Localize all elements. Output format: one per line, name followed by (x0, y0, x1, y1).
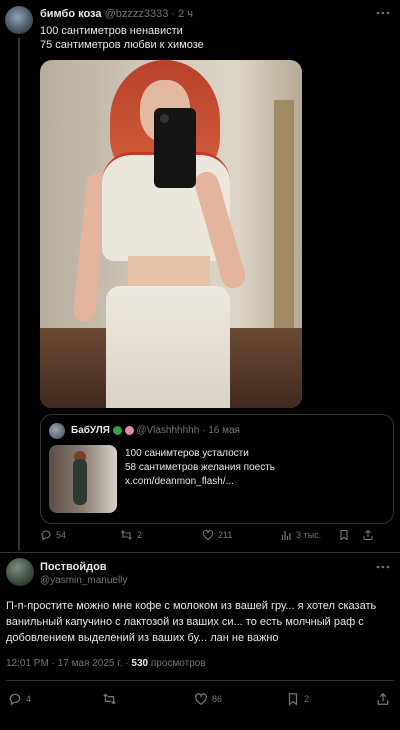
reply-count: 54 (56, 530, 67, 540)
more-options-button[interactable] (376, 560, 390, 574)
separator-dot: · (51, 658, 55, 669)
views-count: 3 тыс. (296, 530, 322, 540)
reply-button[interactable]: 4 (8, 692, 31, 706)
more-options-button[interactable] (376, 6, 390, 20)
tweet-actions: 4 86 2 (8, 692, 392, 708)
thread-line (18, 38, 20, 550)
author-name[interactable]: бимбо коза (40, 8, 102, 20)
verified-badge-icon (112, 425, 122, 435)
heart-icon (202, 530, 214, 541)
author-handle[interactable]: @yasmin_manuelly (40, 575, 127, 586)
quoted-avatar (49, 423, 65, 439)
views-count: 530 (131, 658, 149, 669)
repost-count: 2 (137, 530, 143, 540)
quoted-author-handle: @Vlashhhhhh (136, 425, 200, 436)
more-icon (376, 565, 390, 569)
reply-icon (9, 693, 21, 706)
views-label: просмотров (150, 658, 206, 669)
quoted-header: БабУЛЯ @Vlashhhhhh · 16 мая (71, 425, 240, 436)
tweet-text-line: 75 сантиметров любви к химозе (40, 39, 204, 51)
views-icon (281, 531, 291, 540)
author-name[interactable]: Поствойдов (40, 561, 107, 573)
photo-skirt (106, 286, 230, 408)
like-count: 86 (212, 694, 223, 704)
avatar[interactable] (5, 6, 33, 34)
quoted-text-line: 58 сантиметров желания поесть (125, 462, 275, 473)
share-button[interactable] (376, 692, 390, 706)
reply-button[interactable]: 54 (40, 529, 66, 541)
quoted-thumbnail (49, 445, 117, 513)
tweet-time[interactable]: 12:01 PM (6, 658, 49, 669)
quoted-text: 100 санимтеров усталости 58 сантиметров … (125, 447, 275, 489)
views-button[interactable]: 3 тыс. (280, 529, 321, 541)
tweet-text-line: 100 сантиметров ненависти (40, 25, 183, 37)
reply-icon (41, 530, 51, 541)
author-handle[interactable]: @bzzzz3333 (105, 8, 169, 20)
tweet-date[interactable]: 17 мая 2025 г. (58, 658, 123, 669)
share-icon (363, 529, 373, 541)
flower-icon (124, 425, 134, 435)
bookmark-icon (288, 693, 298, 706)
bookmark-count: 2 (304, 694, 310, 704)
like-count: 211 (218, 530, 233, 540)
quoted-date: 16 мая (208, 425, 240, 436)
like-button[interactable]: 86 (194, 692, 222, 706)
tweet-text: П-п-простите можно мне кофе с молоком из… (6, 600, 377, 644)
heart-icon (195, 693, 207, 706)
quoted-tweet[interactable]: БабУЛЯ @Vlashhhhhh · 16 мая 100 санимтер… (40, 414, 394, 524)
tweet-time[interactable]: 2 ч (178, 8, 193, 20)
like-button[interactable]: 211 (202, 529, 232, 541)
separator-dot: · (125, 658, 129, 669)
separator-dot: · (171, 8, 176, 20)
repost-button[interactable] (102, 692, 117, 706)
share-button[interactable] (362, 529, 374, 541)
quoted-text-line: 100 санимтеров усталости (125, 448, 249, 459)
quoted-link[interactable]: x.com/deanmon_flash/... (125, 475, 275, 489)
tweet-photo[interactable] (40, 60, 302, 408)
divider (6, 680, 394, 681)
repost-icon (103, 693, 116, 705)
share-icon (377, 692, 389, 705)
photo-phone (154, 108, 196, 188)
bookmark-button[interactable] (338, 529, 350, 541)
avatar[interactable] (6, 558, 34, 586)
reply-count: 4 (26, 694, 32, 704)
separator-dot: · (202, 425, 206, 436)
quoted-author-name: БабУЛЯ (71, 425, 110, 436)
bookmark-button[interactable]: 2 (286, 692, 309, 706)
divider (0, 552, 400, 553)
repost-button[interactable]: 2 (120, 529, 142, 541)
tweet-actions: 54 2 211 3 тыс. (40, 529, 392, 545)
tweet-text: 100 сантиметров ненависти 75 сантиметров… (40, 24, 204, 52)
repost-icon (121, 530, 132, 540)
tweet-meta: 12:01 PM · 17 мая 2025 г. · 530 просмотр… (6, 658, 206, 669)
bookmark-icon (340, 529, 348, 541)
more-icon (376, 11, 390, 15)
tweet-header: бимбо коза @bzzzz3333 · 2 ч (40, 8, 193, 20)
